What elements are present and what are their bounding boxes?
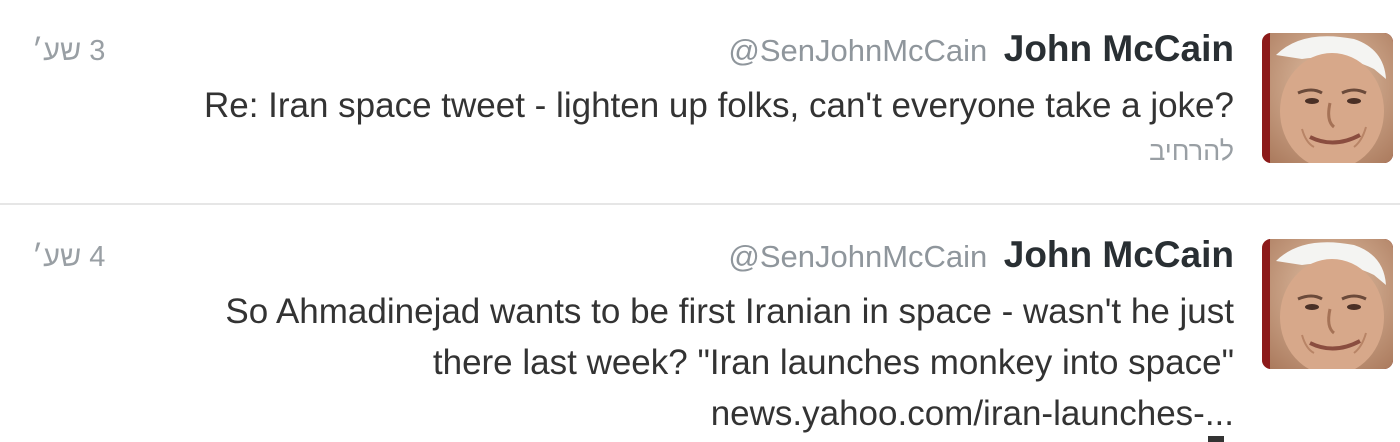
tweet-text-line: there last week? "Iran launches monkey i…	[432, 343, 1234, 382]
news-link[interactable]: news.yahoo.com/iran-launches-...	[711, 394, 1234, 433]
tweet-text: So Ahmadinejad wants to be first Iranian…	[94, 286, 1234, 439]
user-name[interactable]: John McCain	[1004, 234, 1234, 275]
tweet-timestamp[interactable]: 4 שע׳	[32, 241, 105, 274]
tweet-divider	[0, 203, 1400, 205]
tweet-text: Re: Iran space tweet - lighten up folks,…	[94, 80, 1234, 131]
tweet-header: @SenJohnMcCain John McCain	[728, 234, 1234, 276]
user-handle[interactable]: @SenJohnMcCain	[728, 33, 987, 68]
tweet-item[interactable]: @SenJohnMcCain John McCain 4 שע׳ So Ahma…	[0, 206, 1400, 442]
tweet-text-line: Re: Iran space tweet - lighten up folks,…	[203, 86, 1234, 125]
user-handle[interactable]: @SenJohnMcCain	[728, 239, 987, 274]
avatar-photo-icon	[1262, 239, 1393, 369]
tweet-text-line: So Ahmadinejad wants to be first Iranian…	[225, 292, 1234, 331]
cropped-element	[1208, 436, 1224, 442]
tweet-item[interactable]: @SenJohnMcCain John McCain 3 שע׳ Re: Ira…	[0, 0, 1400, 204]
avatar[interactable]	[1262, 239, 1393, 369]
expand-link[interactable]: להרחיב	[1149, 136, 1234, 167]
tweet-timestamp[interactable]: 3 שע׳	[32, 35, 105, 68]
tweet-header: @SenJohnMcCain John McCain	[728, 28, 1234, 70]
tweet-feed: @SenJohnMcCain John McCain 3 שע׳ Re: Ira…	[0, 0, 1400, 442]
avatar-photo-icon	[1262, 33, 1393, 163]
user-name[interactable]: John McCain	[1004, 28, 1234, 69]
avatar[interactable]	[1262, 33, 1393, 163]
